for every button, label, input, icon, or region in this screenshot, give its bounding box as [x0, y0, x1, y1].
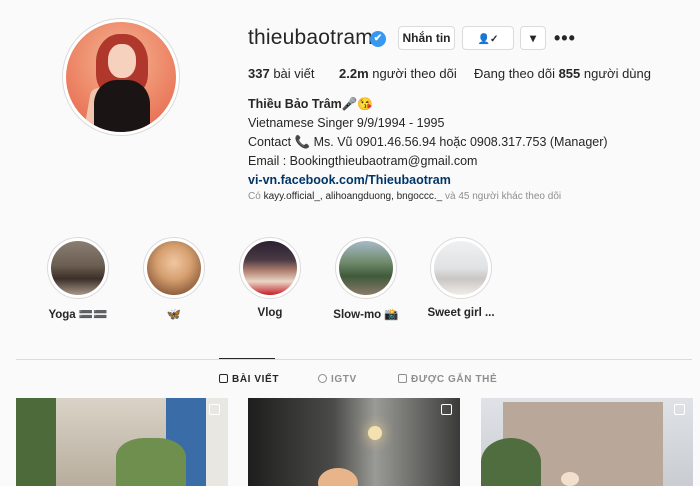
avatar-image: [66, 22, 176, 132]
following-prefix: Đang theo dõi: [474, 66, 559, 81]
tab-posts[interactable]: BÀI VIẾT: [219, 374, 279, 385]
highlight-butterfly[interactable]: 🦋: [143, 237, 205, 321]
tagged-icon: [398, 374, 407, 383]
followers-count: 2.2m: [339, 66, 369, 81]
bio-full-name: Thiều Bảo Trâm🎤😘: [248, 97, 373, 111]
highlight-yoga[interactable]: Yoga 🟰🟰: [47, 237, 109, 321]
profile-avatar[interactable]: [62, 18, 180, 136]
suggestions-dropdown-button[interactable]: ▾: [520, 26, 546, 50]
person-check-icon: 👤✓: [477, 34, 499, 45]
multi-photo-icon: [441, 404, 452, 415]
tab-tagged[interactable]: ĐƯỢC GẮN THẺ: [398, 374, 497, 385]
post-thumbnail[interactable]: [481, 398, 693, 486]
following-label: người dùng: [580, 66, 652, 81]
followers-label: người theo dõi: [368, 66, 457, 81]
tab-tagged-label: ĐƯỢC GẮN THẺ: [411, 374, 498, 385]
message-button[interactable]: Nhắn tin: [398, 26, 455, 50]
chevron-down-icon: ▾: [529, 31, 537, 45]
more-options-icon[interactable]: •••: [554, 28, 576, 49]
bio-line-3: Email : Bookingthieubaotram@gmail.com: [248, 154, 478, 168]
highlight-vlog[interactable]: Vlog: [239, 237, 301, 319]
following-count: 855: [558, 66, 581, 81]
profile-username: thieubaotram: [248, 26, 373, 49]
followed-by-prefix: Có: [248, 191, 264, 202]
igtv-icon: [318, 374, 327, 383]
highlight-cover: [47, 237, 109, 299]
followed-by-users: kayy.official_, alihoangduong, bngoccc._: [263, 191, 443, 202]
highlight-slow-mo[interactable]: Slow-mo 📸: [333, 237, 399, 321]
bio-line-2: Contact 📞 Ms. Vũ 0901.46.56.94 hoặc 0908…: [248, 135, 608, 149]
active-tab-indicator: [219, 358, 275, 359]
highlight-label: Vlog: [257, 307, 283, 319]
following-stat[interactable]: Đang theo dõi 855 người dùng: [474, 66, 651, 81]
tabs-divider: [16, 359, 692, 360]
highlight-cover: [430, 237, 492, 299]
tab-igtv[interactable]: IGTV: [318, 374, 357, 385]
following-button[interactable]: 👤✓: [462, 26, 514, 50]
profile-bio: Thiều Bảo Trâm🎤😘 Vietnamese Singer 9/9/1…: [248, 95, 608, 190]
highlight-label: Slow-mo 📸: [333, 309, 399, 321]
highlight-cover: [239, 237, 301, 299]
highlight-sweet-girl[interactable]: Sweet girl ...: [427, 237, 495, 319]
tab-igtv-label: IGTV: [331, 374, 357, 385]
followed-by-text[interactable]: Có kayy.official_, alihoangduong, bngocc…: [248, 191, 561, 202]
multi-photo-icon: [674, 404, 685, 415]
tab-posts-label: BÀI VIẾT: [232, 374, 280, 385]
highlight-label: Sweet girl ...: [427, 307, 495, 319]
followed-by-suffix: và 45 người khác theo dõi: [442, 191, 562, 202]
highlight-label: 🦋: [166, 309, 182, 321]
multi-photo-icon: [209, 404, 220, 415]
posts-label: bài viết: [269, 66, 315, 81]
bio-line-1: Vietnamese Singer 9/9/1994 - 1995: [248, 116, 445, 130]
highlight-cover: [335, 237, 397, 299]
verified-badge-icon: ✔: [370, 31, 386, 47]
post-thumbnail[interactable]: [248, 398, 460, 486]
highlight-label: Yoga 🟰🟰: [48, 309, 108, 321]
bio-external-link[interactable]: vi-vn.facebook.com/Thieubaotram: [248, 171, 608, 190]
posts-stat: 337 bài viết: [248, 66, 315, 81]
followers-stat[interactable]: 2.2m người theo dõi: [339, 66, 457, 81]
post-thumbnail[interactable]: [16, 398, 228, 486]
posts-count: 337: [248, 66, 270, 81]
grid-icon: [219, 374, 228, 383]
highlight-cover: [143, 237, 205, 299]
